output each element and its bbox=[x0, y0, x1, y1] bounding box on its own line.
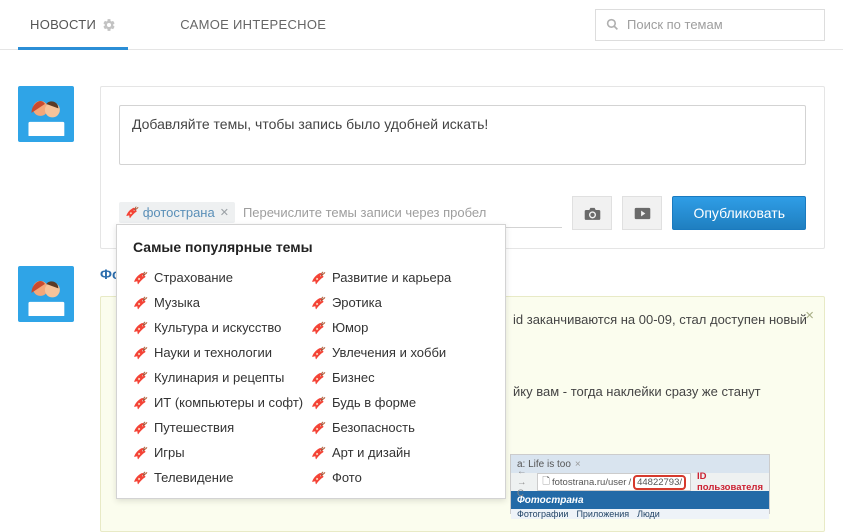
browser-url-host: fotostrana.ru/user bbox=[552, 477, 626, 488]
topic-item[interactable]: 🔖Фото bbox=[311, 465, 489, 490]
tab-news-label: НОВОСТИ bbox=[30, 17, 96, 32]
dropdown-col-1: 🔖Страхование 🔖Музыка 🔖Культура и искусст… bbox=[133, 265, 311, 490]
tag-icon: 🔖 bbox=[311, 445, 325, 460]
dropdown-col-2: 🔖Развитие и карьера 🔖Эротика 🔖Юмор 🔖Увле… bbox=[311, 265, 489, 490]
topic-item[interactable]: 🔖Культура и искусство bbox=[133, 315, 311, 340]
topbar: НОВОСТИ САМОЕ ИНТЕРЕСНОЕ bbox=[0, 0, 843, 50]
topic-item[interactable]: 🔖Музыка bbox=[133, 290, 311, 315]
gear-icon[interactable] bbox=[102, 18, 116, 32]
tab-news[interactable]: НОВОСТИ bbox=[18, 0, 128, 50]
tag-icon: 🔖 bbox=[133, 320, 147, 335]
topic-item[interactable]: 🔖Увлечения и хобби bbox=[311, 340, 489, 365]
browser-url-id: 44822793/ bbox=[633, 475, 686, 490]
topic-item[interactable]: 🔖Кулинария и рецепты bbox=[133, 365, 311, 390]
tag-icon: 🔖 bbox=[133, 270, 147, 285]
tab-interesting-label: САМОЕ ИНТЕРЕСНОЕ bbox=[180, 17, 326, 32]
tag-icon: 🔖 bbox=[133, 395, 147, 410]
tag-icon: 🔖 bbox=[133, 370, 147, 385]
tag-icon: 🔖 bbox=[311, 395, 325, 410]
topic-dropdown: Самые популярные темы 🔖Страхование 🔖Музы… bbox=[116, 224, 506, 499]
browser-menu-item: Люди bbox=[637, 509, 660, 519]
tag-icon: 🔖 bbox=[133, 445, 147, 460]
tag-icon: 🔖 bbox=[311, 420, 325, 435]
browser-menu-item: Фотографии bbox=[517, 509, 568, 519]
tag-icon: 🔖 bbox=[311, 270, 325, 285]
tag-input[interactable] bbox=[243, 205, 563, 220]
topic-item[interactable]: 🔖Науки и технологии bbox=[133, 340, 311, 365]
tag-icon: 🔖 bbox=[125, 206, 138, 220]
topic-item[interactable]: 🔖Игры bbox=[133, 440, 311, 465]
topic-item[interactable]: 🔖Развитие и карьера bbox=[311, 265, 489, 290]
camera-icon bbox=[584, 206, 601, 221]
tag-icon: 🔖 bbox=[311, 370, 325, 385]
tag-icon: 🔖 bbox=[133, 345, 147, 360]
embedded-screenshot: a: Life is too× ← → C 🗋 fotostrana.ru/us… bbox=[510, 454, 770, 514]
avatar[interactable] bbox=[18, 86, 74, 142]
search-input[interactable] bbox=[627, 17, 814, 32]
photo-button[interactable] bbox=[572, 196, 612, 230]
topic-item[interactable]: 🔖Безопасность bbox=[311, 415, 489, 440]
tab-interesting[interactable]: САМОЕ ИНТЕРЕСНОЕ bbox=[168, 0, 338, 50]
notice-text: йку вам - тогда наклейки сразу же станут bbox=[513, 383, 761, 402]
publish-button[interactable]: Опубликовать bbox=[672, 196, 806, 230]
tag-icon: 🔖 bbox=[133, 295, 147, 310]
dropdown-title: Самые популярные темы bbox=[133, 239, 489, 255]
video-button[interactable] bbox=[622, 196, 662, 230]
tag-chip[interactable]: 🔖 фотострана ✕ bbox=[119, 202, 235, 223]
video-icon bbox=[634, 207, 651, 220]
topic-item[interactable]: 🔖Бизнес bbox=[311, 365, 489, 390]
topic-item[interactable]: 🔖Будь в форме bbox=[311, 390, 489, 415]
tag-icon: 🔖 bbox=[133, 420, 147, 435]
search-box[interactable] bbox=[595, 9, 825, 41]
topic-item[interactable]: 🔖Юмор bbox=[311, 315, 489, 340]
browser-id-label: ID пользователя bbox=[697, 471, 763, 493]
topic-item[interactable]: 🔖Эротика bbox=[311, 290, 489, 315]
search-icon bbox=[606, 18, 619, 31]
tag-icon: 🔖 bbox=[311, 345, 325, 360]
tag-chip-label: фотострана bbox=[143, 205, 215, 220]
topic-item[interactable]: 🔖Телевидение bbox=[133, 465, 311, 490]
avatar[interactable] bbox=[18, 266, 74, 322]
topic-item[interactable]: 🔖ИТ (компьютеры и софт) bbox=[133, 390, 311, 415]
topic-item[interactable]: 🔖Арт и дизайн bbox=[311, 440, 489, 465]
close-icon[interactable]: ✕ bbox=[220, 206, 229, 219]
post-textarea[interactable] bbox=[119, 105, 806, 165]
tag-icon: 🔖 bbox=[311, 320, 325, 335]
notice-text: id заканчиваются на 00-09, стал доступен… bbox=[513, 311, 807, 330]
tag-icon: 🔖 bbox=[133, 470, 147, 485]
browser-menu-item: Приложения bbox=[576, 509, 629, 519]
tag-icon: 🔖 bbox=[311, 295, 325, 310]
topic-item[interactable]: 🔖Страхование bbox=[133, 265, 311, 290]
tag-icon: 🔖 bbox=[311, 470, 325, 485]
browser-brand: Фотострана bbox=[517, 495, 584, 506]
topic-item[interactable]: 🔖Путешествия bbox=[133, 415, 311, 440]
